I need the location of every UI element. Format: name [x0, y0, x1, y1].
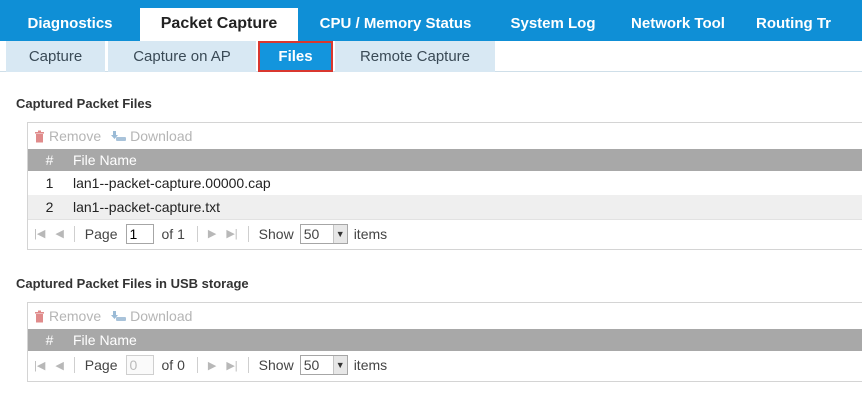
- usb-toolbar: Remove Download: [28, 303, 862, 329]
- prev-page-icon[interactable]: ◀: [55, 359, 63, 372]
- usb-grid-header: # File Name: [28, 329, 862, 351]
- page-count-label: of 1: [161, 225, 185, 242]
- page-label: Page: [84, 225, 118, 242]
- page-count-label: of 0: [161, 357, 185, 373]
- items-label: items: [353, 225, 388, 242]
- remove-button[interactable]: Remove: [33, 128, 101, 144]
- section-title-captured-files: Captured Packet Files: [16, 96, 152, 111]
- download-button[interactable]: Download: [110, 128, 192, 144]
- row-file-name: lan1--packet-capture.txt: [73, 199, 221, 215]
- files-grid-header: # File Name: [28, 149, 862, 171]
- subtab-files[interactable]: Files: [258, 41, 333, 72]
- row-file-name: lan1--packet-capture.00000.cap: [73, 175, 271, 191]
- download-label: Download: [130, 128, 193, 144]
- first-page-icon[interactable]: |◀: [34, 227, 45, 240]
- pager-divider: [247, 357, 249, 373]
- pager-divider: [196, 225, 198, 242]
- column-header-number[interactable]: #: [28, 332, 71, 348]
- table-row[interactable]: 1 lan1--packet-capture.00000.cap: [28, 171, 862, 195]
- download-icon: [111, 310, 127, 321]
- tab-routing-traffic[interactable]: Routing Tr: [743, 0, 862, 41]
- items-per-page-value: 50: [303, 357, 320, 373]
- pager-divider: [73, 225, 75, 242]
- subtab-remote-capture[interactable]: Remote Capture: [335, 41, 495, 72]
- pager-divider: [247, 225, 249, 242]
- prev-page-icon[interactable]: ◀: [55, 227, 63, 240]
- page-label: Page: [84, 357, 118, 373]
- page-number-input[interactable]: [125, 223, 154, 244]
- items-per-page-select[interactable]: 50 ▼: [299, 355, 348, 375]
- row-number: 1: [45, 175, 54, 191]
- table-row[interactable]: 2 lan1--packet-capture.txt: [28, 195, 862, 219]
- pager-divider: [73, 357, 75, 373]
- trash-icon: [35, 310, 44, 322]
- files-toolbar: Remove Download: [28, 123, 862, 149]
- tab-system-log[interactable]: System Log: [493, 0, 613, 41]
- last-page-icon[interactable]: ▶|: [226, 227, 237, 240]
- remove-label: Remove: [49, 128, 102, 144]
- show-label: Show: [258, 225, 294, 242]
- usb-files-panel: Remove Download # File Name |◀ ◀ Page of…: [27, 302, 862, 382]
- items-per-page-select[interactable]: 50 ▼: [299, 223, 348, 244]
- top-tab-bar: Diagnostics Packet Capture CPU / Memory …: [0, 0, 862, 41]
- page-number-input[interactable]: [125, 355, 154, 375]
- tab-cpu-memory-status[interactable]: CPU / Memory Status: [298, 0, 493, 41]
- show-label: Show: [258, 357, 294, 373]
- tab-diagnostics[interactable]: Diagnostics: [0, 0, 140, 41]
- chevron-down-icon[interactable]: ▼: [332, 224, 347, 243]
- chevron-down-icon[interactable]: ▼: [332, 356, 347, 374]
- sub-tab-bar: Capture Capture on AP Files Remote Captu…: [0, 41, 862, 72]
- subtab-capture-on-ap[interactable]: Capture on AP: [108, 41, 256, 72]
- captured-files-panel: Remove Download # File Name 1 lan1--pack…: [27, 122, 862, 250]
- download-button[interactable]: Download: [110, 308, 192, 324]
- remove-button[interactable]: Remove: [33, 308, 101, 324]
- last-page-icon[interactable]: ▶|: [226, 359, 237, 372]
- row-number: 2: [45, 199, 54, 215]
- remove-label: Remove: [49, 308, 102, 324]
- column-header-number[interactable]: #: [28, 152, 71, 168]
- next-page-icon[interactable]: ▶: [208, 359, 216, 372]
- usb-pager: |◀ ◀ Page of 0 ▶ ▶| Show 50 ▼ items: [28, 351, 862, 379]
- column-header-file-name[interactable]: File Name: [71, 152, 862, 168]
- tab-network-tool[interactable]: Network Tool: [613, 0, 743, 41]
- first-page-icon[interactable]: |◀: [34, 359, 45, 372]
- pager-divider: [196, 357, 198, 373]
- trash-icon: [35, 130, 44, 142]
- items-label: items: [353, 357, 388, 373]
- files-pager: |◀ ◀ Page of 1 ▶ ▶| Show 50 ▼ items: [28, 219, 862, 247]
- next-page-icon[interactable]: ▶: [208, 227, 216, 240]
- section-title-usb-files: Captured Packet Files in USB storage: [16, 276, 249, 291]
- download-label: Download: [130, 308, 193, 324]
- items-per-page-value: 50: [303, 225, 320, 242]
- download-icon: [111, 130, 127, 141]
- tab-packet-capture[interactable]: Packet Capture: [140, 8, 298, 41]
- column-header-file-name[interactable]: File Name: [71, 332, 862, 348]
- subtab-capture[interactable]: Capture: [6, 41, 105, 72]
